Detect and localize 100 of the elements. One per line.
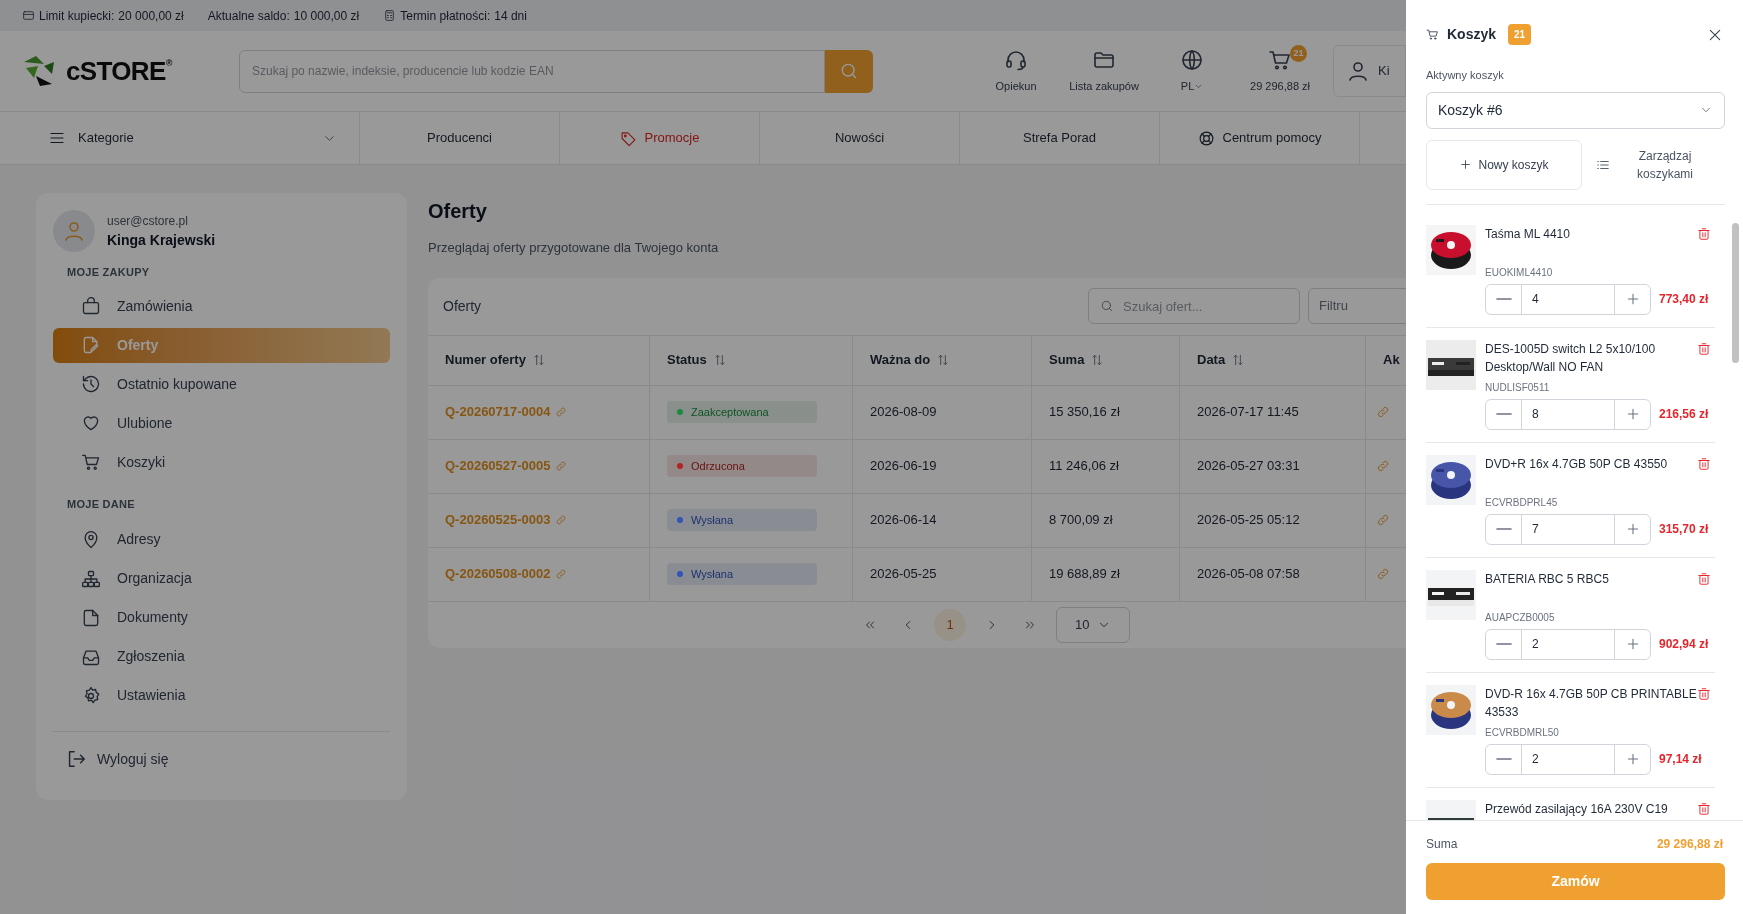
product-code: AUAPCZB0005 [1485, 610, 1556, 625]
quantity-stepper[interactable]: 2 [1485, 628, 1651, 660]
column-header[interactable]: Ak [1383, 350, 1400, 370]
quantity-stepper[interactable]: 4 [1485, 283, 1651, 315]
sidebar-item[interactable]: Adresy [53, 522, 390, 557]
table-cell-text: 2026-05-25 [870, 565, 937, 584]
table-cell-text: 2026-06-19 [870, 457, 937, 476]
user-icon [62, 219, 86, 243]
link-icon[interactable] [1376, 405, 1390, 419]
table-cell-text: 8 700,09 zł [1049, 511, 1113, 530]
trash-icon [1697, 686, 1711, 701]
quantity-value: 2 [1531, 751, 1540, 768]
sidebar-item[interactable]: Ulubione [53, 405, 390, 441]
calculator-icon [383, 9, 397, 22]
delete-button[interactable] [1697, 341, 1711, 356]
nav-link[interactable]: Promocje [560, 112, 760, 164]
user-email: user@cstore.pl [107, 212, 189, 230]
user-name: Kinga Krajewski [107, 230, 216, 250]
tag-icon [619, 129, 637, 147]
quantity-value: 4 [1531, 291, 1540, 308]
product-name: Przewód zasilający 16A 230V C19 [1485, 800, 1669, 818]
link-icon [554, 460, 567, 472]
quantity-stepper[interactable]: 7 [1485, 513, 1651, 545]
link-icon[interactable] [1376, 513, 1390, 527]
logout-link[interactable]: Wyloguj się [53, 748, 390, 770]
sidebar-item[interactable]: Koszyki [53, 444, 390, 480]
cart-select[interactable]: Koszyk #6 [1426, 91, 1725, 129]
nav-link[interactable]: Strefa Porad [960, 112, 1160, 164]
sidebar-item[interactable]: Zgłoszenia [53, 639, 390, 674]
sidebar-item[interactable]: Organizacja [53, 561, 390, 596]
table-cell-text: 2026-07-17 11:45 [1197, 403, 1299, 422]
plus-icon [1459, 158, 1473, 171]
cart-count-badge: 21 [1290, 45, 1308, 62]
new-cart-button[interactable]: Nowy koszyk [1426, 139, 1582, 190]
search-button[interactable] [825, 49, 874, 93]
logo[interactable]: cSTORE$^{®}$ [22, 54, 240, 88]
sort-icon[interactable] [1231, 353, 1246, 367]
page-size-select[interactable]: 10 [1056, 606, 1130, 643]
section-heading: MOJE ZAKUPY [66, 265, 151, 280]
quantity-value: 8 [1531, 406, 1540, 423]
link-icon [554, 568, 567, 580]
delete-button[interactable] [1697, 801, 1711, 816]
delete-button[interactable] [1697, 226, 1711, 241]
header-action[interactable]: 29 296,88 zł 21 [1241, 41, 1320, 101]
hierarchy-icon [81, 568, 101, 589]
item-price: 97,14 zł [1659, 751, 1702, 768]
column-header[interactable]: Data [1197, 350, 1226, 370]
sort-icon[interactable] [1090, 353, 1105, 367]
sidebar-item[interactable]: Ustawienia [53, 678, 390, 713]
sidebar-item[interactable]: Zamówienia [53, 288, 390, 324]
categories-button[interactable]: Kategorie [0, 112, 360, 164]
quantity-stepper[interactable]: 2 [1485, 743, 1651, 775]
card-title: Oferty [443, 296, 483, 316]
sort-icon[interactable] [531, 353, 546, 367]
lifebuoy-icon [1197, 129, 1215, 147]
user-menu-button[interactable]: Ki [1333, 45, 1406, 97]
nav-link[interactable]: Centrum pomocy [1160, 112, 1360, 164]
quantity-value: 2 [1531, 636, 1540, 653]
link-icon [554, 514, 567, 526]
nav-link[interactable]: Producenci [360, 112, 560, 164]
column-header[interactable]: Suma [1049, 350, 1085, 370]
table-cell-text: 15 350,16 zł [1049, 403, 1120, 422]
drawer-title: Koszyk [1447, 25, 1497, 44]
table-cell-text: 2026-05-27 03:31 [1197, 457, 1300, 476]
item-price: 902,94 zł [1659, 636, 1709, 653]
table-cell-text: 2026-05-08 07:58 [1197, 565, 1300, 584]
product-code: EUOKIML4410 [1485, 265, 1554, 280]
search-field[interactable]: Szukaj po nazwie, indeksie, producencie lub kodzie EAN [239, 49, 826, 93]
product-code: ECVRBDPRL45 [1485, 495, 1559, 510]
info-value: 10 000,00 zł [293, 7, 360, 25]
manage-carts-button[interactable]: Zarządzaj koszykami [1582, 139, 1723, 190]
column-header[interactable]: Numer oferty [445, 350, 526, 370]
document-icon [81, 607, 101, 628]
delete-button[interactable] [1697, 686, 1711, 701]
info-label: Aktualne saldo: [207, 7, 290, 25]
link-icon[interactable] [1376, 459, 1390, 473]
trash-icon [1697, 226, 1711, 241]
delete-button[interactable] [1697, 456, 1711, 471]
minus-icon [1495, 528, 1512, 530]
sidebar-item[interactable]: Ostatnio kupowane [53, 366, 390, 402]
item-price: 773,40 zł [1659, 291, 1709, 308]
sort-icon[interactable] [936, 353, 951, 367]
product-name: BATERIA RBC 5 RBC5 [1485, 570, 1610, 588]
link-icon[interactable] [1376, 567, 1390, 581]
minus-icon [1495, 643, 1512, 645]
table-cell-text: 19 688,89 zł [1049, 565, 1120, 584]
quantity-value: 7 [1531, 521, 1540, 538]
delete-button[interactable] [1697, 571, 1711, 586]
header-action[interactable]: Lista zakupów [1065, 41, 1144, 101]
nav-link[interactable]: Nowości [760, 112, 960, 164]
column-header[interactable]: Status [667, 350, 707, 370]
column-header[interactable]: Ważna do [870, 350, 931, 370]
header-action[interactable]: Opiekun [977, 41, 1056, 101]
sort-icon[interactable] [712, 353, 727, 367]
page-button[interactable]: 1 [934, 608, 966, 641]
sidebar-item[interactable]: Dokumenty [53, 600, 390, 635]
search-field[interactable]: Szukaj ofert... [1088, 288, 1300, 324]
header-action[interactable]: PL [1153, 41, 1232, 101]
quantity-stepper[interactable]: 8 [1485, 398, 1651, 430]
info-label: Limit kupiecki: [39, 7, 115, 25]
